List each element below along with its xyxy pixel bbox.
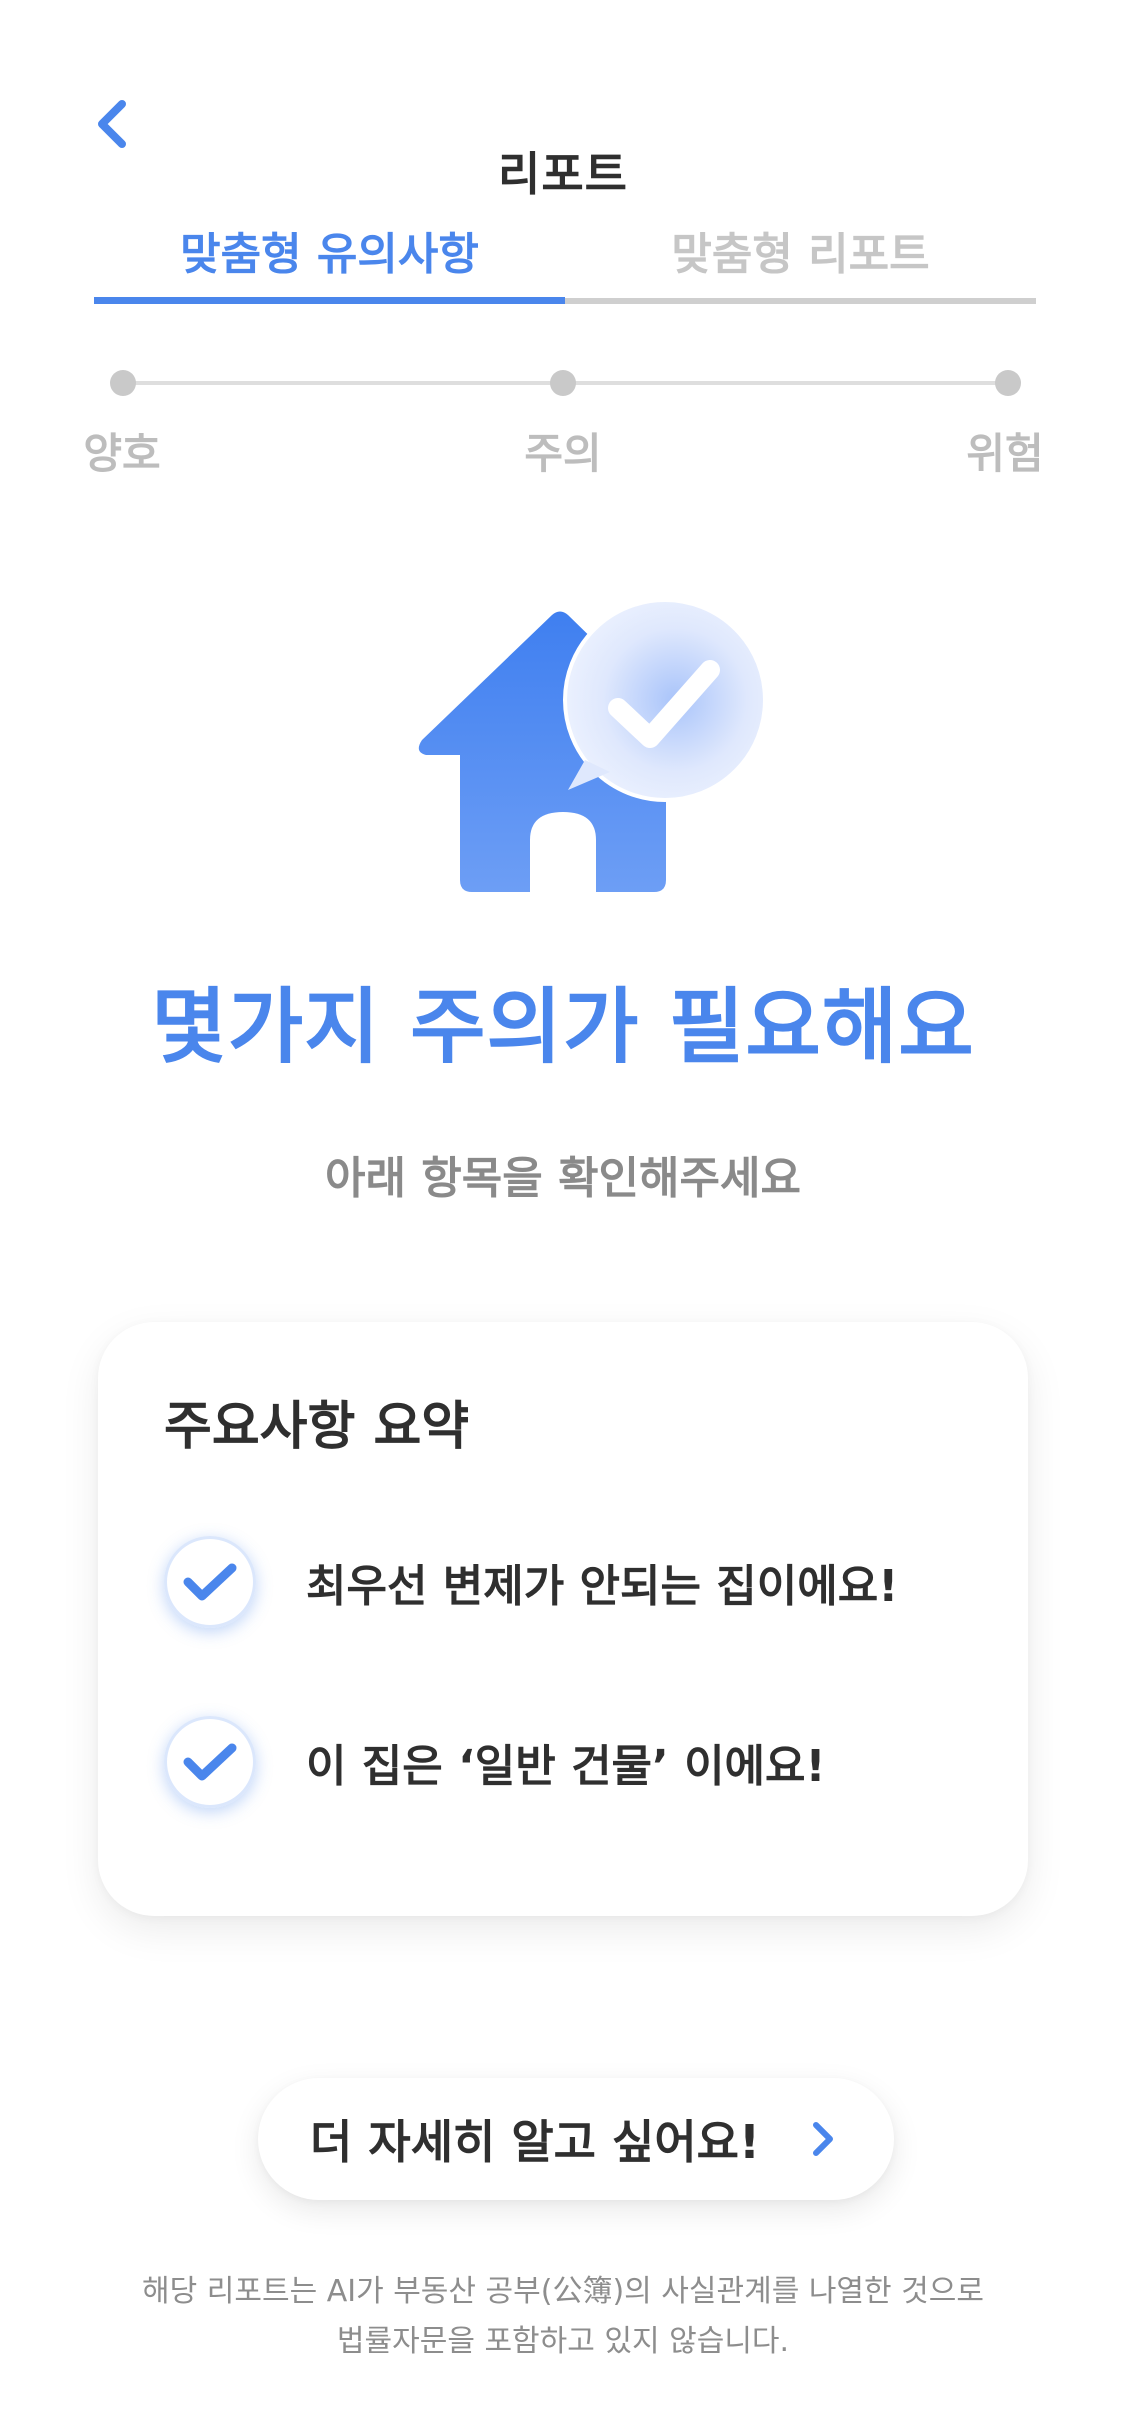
chevron-right-icon [812,2119,842,2159]
status-headline: 몇가지 주의가 필요해요 [151,980,975,1075]
tab-active-indicator [94,297,565,304]
tab-custom-notes[interactable]: 맞춤형 유의사항 [94,220,565,306]
level-dot-good [110,370,136,396]
level-label-good: 양호 [83,429,161,478]
summary-item: 이 집은 ‘일반 건물’ 이에요! [164,1712,984,1812]
disclaimer-line-2: 법률자문을 포함하고 있지 않습니다. [336,2324,790,2359]
check-badge [164,1716,256,1808]
level-dot-caution [550,370,576,396]
summary-title: 주요사항 요약 [164,1397,470,1457]
check-badge [164,1536,256,1628]
level-label-caution: 주의 [524,429,602,478]
learn-more-button[interactable]: 더 자세히 알고 싶어요! [258,2078,894,2200]
level-dot-danger [995,370,1021,396]
level-label-danger: 위험 [966,429,1044,478]
house-check-icon [400,590,780,910]
status-subline: 아래 항목을 확인해주세요 [325,1153,801,1204]
disclaimer-line-1: 해당 리포트는 AI가 부동산 공부(公簿)의 사실관계를 나열한 것으로 [142,2274,984,2309]
page-title: 리포트 [498,147,628,201]
summary-item-text: 이 집은 ‘일반 건물’ 이에요! [306,1741,826,1792]
tab-bar: 맞춤형 유의사항 맞춤형 리포트 [94,220,1036,306]
check-icon [183,1743,237,1781]
summary-card: 주요사항 요약 최우선 변제가 안되는 집이에요! 이 집은 ‘일반 건물’ 이… [98,1322,1028,1916]
tab-custom-report[interactable]: 맞춤형 리포트 [565,220,1036,306]
summary-item: 최우선 변제가 안되는 집이에요! [164,1532,984,1632]
summary-item-text: 최우선 변제가 안되는 집이에요! [306,1561,899,1612]
check-icon [183,1563,237,1601]
learn-more-label: 더 자세히 알고 싶어요! [310,2115,760,2169]
